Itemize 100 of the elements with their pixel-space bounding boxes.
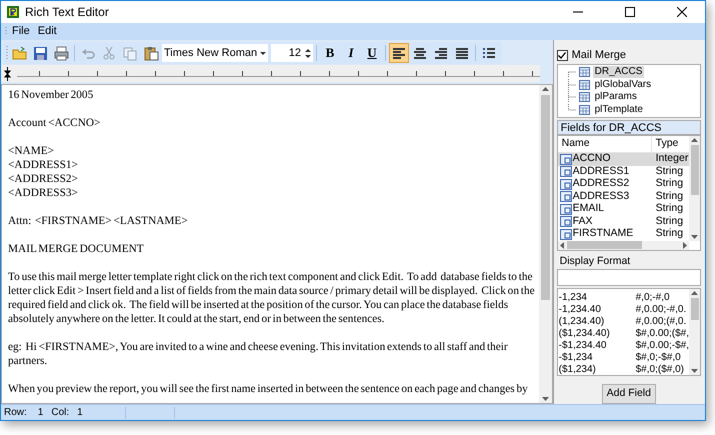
menu-item[interactable]: File [9, 24, 33, 39]
field-icon [560, 228, 572, 240]
font-size-spinner[interactable]: 12 [271, 44, 313, 62]
format-pattern: $#,0;-$#,0 [636, 350, 681, 364]
document-paragraph: To use this mail merge letter template right click on the rich text component and click Edit. To add database fields to the letter click Edit > Insert field and a list of fields from the main data source / primary detail will be displayed. Click on the required field and click ok. The field will be inserted at the position of the cursor. You can place the database fields absolutely anywhere on the letter. It could at the start, end or in between the sentences. [8, 270, 535, 326]
field-name: ADDRESS2 [572, 176, 630, 192]
scroll-thumb[interactable] [690, 298, 698, 320]
column-header[interactable]: Type [652, 136, 678, 152]
format-row[interactable]: (1,234.40) #,0.00;(#,0. [558, 315, 689, 327]
field-icon [560, 178, 572, 190]
format-pattern: $#,0;($#,0) [636, 362, 684, 375]
justify-icon [456, 48, 468, 58]
scroll-thumb[interactable] [690, 145, 698, 195]
format-row[interactable]: -$1,234.40 $#,0.00;-$#, [558, 339, 689, 351]
field-row[interactable]: ACCNO Integer [558, 153, 689, 166]
field-icon [560, 191, 572, 202]
status-value: 1 [77, 406, 83, 420]
document-paragraph: <NAME> <ADDRESS1> <ADDRESS2> <ADDRESS3> [8, 144, 79, 200]
scroll-down-icon [542, 397, 549, 401]
tree-connector-icon [568, 78, 576, 91]
field-row[interactable]: ADDRESS2 String [558, 178, 689, 190]
scissors-icon [102, 46, 116, 60]
field-icon [560, 166, 572, 178]
format-row[interactable]: ($1,234.40) $#,0.00;($#, [558, 327, 689, 339]
format-pattern: $#,0.00;($#, [636, 326, 689, 340]
scroll-thumb[interactable] [566, 241, 642, 250]
format-row[interactable]: -$1,234 $#,0;-$#,0 [558, 351, 689, 363]
tree-connector-icon [568, 91, 576, 104]
field-icon [560, 216, 572, 228]
menu-item[interactable]: Edit [34, 24, 60, 39]
document-paragraph: Attn: <FIRSTNAME> <LASTNAME> [8, 214, 189, 228]
table-icon [578, 67, 590, 78]
indent-markers-icon [4, 66, 11, 80]
horizontal-scrollbar[interactable] [558, 240, 689, 250]
window-title: Rich Text Editor [25, 4, 109, 21]
field-name: ADDRESS1 [572, 164, 630, 178]
document-paragraph: MAIL MERGE DOCUMENT [8, 242, 145, 256]
field-row[interactable]: FIRSTNAME String [558, 228, 689, 240]
format-example: ($1,234.40) [558, 326, 611, 340]
field-type: String [654, 176, 684, 191]
align-left-button[interactable] [389, 43, 409, 63]
copy-pages-icon [122, 46, 138, 60]
column-header[interactable]: Name [558, 136, 652, 152]
tree-item[interactable]: plParams [592, 91, 639, 104]
field-icon [560, 154, 572, 165]
table-icon [578, 92, 590, 102]
format-pattern: #,0.00;-#,0. [636, 302, 686, 316]
field-name: ACCNO [572, 151, 612, 166]
format-input[interactable] [556, 269, 701, 286]
bold-button[interactable]: B [320, 43, 340, 63]
field-row[interactable]: ADDRESS3 String [558, 190, 689, 203]
font-dropdown[interactable]: Times New Roman [162, 44, 268, 62]
format-row[interactable]: ($1,234) $#,0;($#,0) [558, 363, 689, 375]
format-row[interactable]: -1,234 #,0;-#,0 [558, 291, 689, 303]
scroll-up-icon [542, 87, 549, 91]
mail-merge-checkbox[interactable] [556, 50, 568, 60]
scroll-thumb[interactable] [540, 95, 550, 300]
checkbox-label: Mail Merge [572, 48, 626, 63]
italic-button[interactable]: I [341, 43, 361, 63]
field-row[interactable]: ADDRESS1 String [558, 166, 689, 178]
document-paragraph: Account <ACCNO> [8, 116, 102, 130]
status-value: 1 [38, 406, 44, 420]
vertical-scrollbar[interactable] [689, 136, 700, 240]
vertical-scrollbar[interactable] [538, 85, 552, 403]
vertical-scrollbar[interactable] [689, 289, 700, 375]
tree-item[interactable]: plGlobalVars [592, 78, 654, 91]
field-type: String [654, 164, 684, 178]
close-icon [677, 7, 687, 17]
folder-icon [12, 46, 26, 60]
format-example: -$1,234.40 [558, 338, 608, 352]
format-row[interactable]: -1,234.40 #,0.00;-#,0. [558, 303, 689, 315]
font-name: Times New Roman [164, 46, 258, 61]
scroll-left-icon [560, 242, 564, 249]
format-example: -$1,234 [558, 350, 594, 364]
scroll-down-icon [691, 234, 698, 238]
format-example: ($1,234) [558, 362, 597, 375]
align-right-icon [435, 48, 447, 58]
font-size-value: 12 [288, 46, 301, 61]
scroll-up-icon [691, 291, 698, 295]
field-type: String [654, 188, 684, 203]
field-type: String [654, 202, 684, 216]
spinner-arrows-icon [305, 48, 311, 58]
printer-icon [54, 46, 68, 60]
underline-button[interactable]: U [362, 43, 382, 63]
tree-item[interactable]: DR_ACCS [592, 66, 644, 78]
add-field-button[interactable]: Add Field [602, 384, 656, 404]
tree-item[interactable]: plTemplate [592, 104, 645, 116]
clipboard-icon [144, 46, 158, 60]
maximize-icon [625, 7, 635, 17]
field-row[interactable]: FAX String [558, 216, 689, 228]
field-name: FAX [572, 214, 594, 228]
field-type: String [654, 214, 684, 228]
bullet-list-icon [483, 48, 495, 58]
format-example: -1,234 [558, 290, 588, 304]
field-row[interactable]: EMAIL String [558, 203, 689, 216]
field-name: EMAIL [572, 201, 606, 216]
align-left-icon [393, 48, 405, 58]
field-type: Integer [654, 151, 688, 166]
document-paragraph: 16 November 2005 [8, 88, 94, 102]
field-name: FIRSTNAME [572, 226, 634, 240]
